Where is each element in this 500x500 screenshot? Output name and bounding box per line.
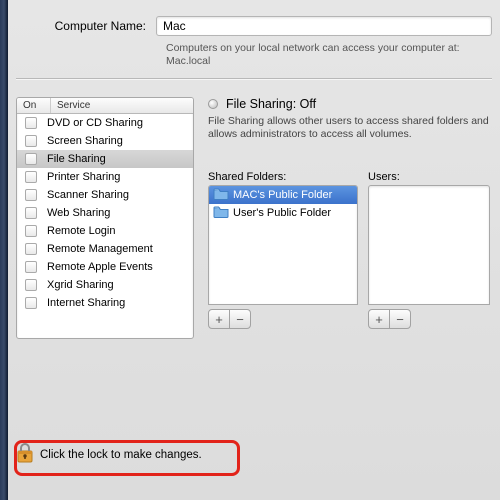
service-checkbox[interactable] bbox=[25, 207, 37, 219]
shared-folders-buttons: + − bbox=[208, 309, 358, 329]
folder-icon bbox=[213, 187, 229, 203]
service-name: Remote Apple Events bbox=[47, 261, 153, 273]
services-header: On Service bbox=[17, 98, 193, 114]
computer-name-label: Computer Name: bbox=[16, 19, 156, 33]
folder-icon bbox=[213, 205, 229, 221]
service-row[interactable]: Xgrid Sharing bbox=[17, 276, 193, 294]
service-checkbox[interactable] bbox=[25, 297, 37, 309]
header-area: Computer Name: Computers on your local n… bbox=[8, 0, 500, 87]
service-checkbox[interactable] bbox=[25, 225, 37, 237]
add-shared-folder-button[interactable]: + bbox=[208, 309, 230, 329]
service-row[interactable]: DVD or CD Sharing bbox=[17, 114, 193, 132]
shared-folders-label: Shared Folders: bbox=[208, 171, 358, 183]
service-checkbox[interactable] bbox=[25, 135, 37, 147]
service-checkbox[interactable] bbox=[25, 243, 37, 255]
service-name: Web Sharing bbox=[47, 207, 110, 219]
computer-name-hint: Computers on your local network can acce… bbox=[166, 42, 492, 68]
service-row[interactable]: Screen Sharing bbox=[17, 132, 193, 150]
status-title: File Sharing: Off bbox=[226, 97, 316, 111]
service-row[interactable]: Internet Sharing bbox=[17, 294, 193, 312]
service-row[interactable]: Web Sharing bbox=[17, 204, 193, 222]
shared-folder-row[interactable]: MAC's Public Folder bbox=[209, 186, 357, 204]
shared-folder-row[interactable]: User's Public Folder bbox=[209, 204, 357, 222]
services-list[interactable]: On Service DVD or CD Sharing Screen Shari… bbox=[16, 97, 194, 339]
lock-text: Click the lock to make changes. bbox=[40, 449, 202, 461]
service-row[interactable]: Scanner Sharing bbox=[17, 186, 193, 204]
lock-icon[interactable] bbox=[16, 443, 34, 466]
shared-folders-list[interactable]: MAC's Public Folder User's Public Folder bbox=[208, 185, 358, 305]
col-on[interactable]: On bbox=[17, 98, 51, 113]
computer-name-input[interactable] bbox=[156, 16, 492, 36]
users-buttons: + − bbox=[368, 309, 490, 329]
lock-row[interactable]: Click the lock to make changes. bbox=[16, 443, 202, 466]
service-name: Remote Management bbox=[47, 243, 153, 255]
service-name: DVD or CD Sharing bbox=[47, 117, 143, 129]
add-user-button[interactable]: + bbox=[368, 309, 390, 329]
service-name: Screen Sharing bbox=[47, 135, 123, 147]
service-row[interactable]: Printer Sharing bbox=[17, 168, 193, 186]
sharing-prefpane: Computer Name: Computers on your local n… bbox=[8, 0, 500, 500]
lists-row: Shared Folders: MAC's Public Folder User'… bbox=[208, 171, 490, 329]
service-row[interactable]: Remote Apple Events bbox=[17, 258, 193, 276]
service-row[interactable]: Remote Login bbox=[17, 222, 193, 240]
content-area: On Service DVD or CD Sharing Screen Shari… bbox=[8, 87, 500, 339]
service-checkbox[interactable] bbox=[25, 279, 37, 291]
service-row[interactable]: File Sharing bbox=[17, 150, 193, 168]
service-checkbox[interactable] bbox=[25, 189, 37, 201]
service-description: File Sharing allows other users to acces… bbox=[208, 115, 490, 141]
service-row[interactable]: Remote Management bbox=[17, 240, 193, 258]
service-name: File Sharing bbox=[47, 153, 106, 165]
status-indicator-icon bbox=[208, 99, 218, 109]
computer-name-row: Computer Name: bbox=[16, 16, 492, 36]
col-service[interactable]: Service bbox=[51, 98, 193, 113]
service-name: Internet Sharing bbox=[47, 297, 125, 309]
service-name: Xgrid Sharing bbox=[47, 279, 114, 291]
services-body: DVD or CD Sharing Screen Sharing File Shar… bbox=[17, 114, 193, 312]
divider bbox=[16, 78, 492, 79]
service-checkbox[interactable] bbox=[25, 117, 37, 129]
users-list[interactable] bbox=[368, 185, 490, 305]
service-name: Printer Sharing bbox=[47, 171, 120, 183]
shared-folders-col: Shared Folders: MAC's Public Folder User'… bbox=[208, 171, 358, 329]
users-col: Users: + − bbox=[368, 171, 490, 329]
service-name: Remote Login bbox=[47, 225, 116, 237]
status-row: File Sharing: Off bbox=[208, 97, 490, 111]
users-label: Users: bbox=[368, 171, 490, 183]
service-checkbox[interactable] bbox=[25, 153, 37, 165]
service-checkbox[interactable] bbox=[25, 261, 37, 273]
remove-user-button[interactable]: − bbox=[389, 309, 411, 329]
shared-folder-name: User's Public Folder bbox=[233, 207, 331, 219]
service-name: Scanner Sharing bbox=[47, 189, 129, 201]
shared-folder-name: MAC's Public Folder bbox=[233, 189, 332, 201]
remove-shared-folder-button[interactable]: − bbox=[229, 309, 251, 329]
detail-area: File Sharing: Off File Sharing allows ot… bbox=[194, 97, 494, 339]
service-checkbox[interactable] bbox=[25, 171, 37, 183]
